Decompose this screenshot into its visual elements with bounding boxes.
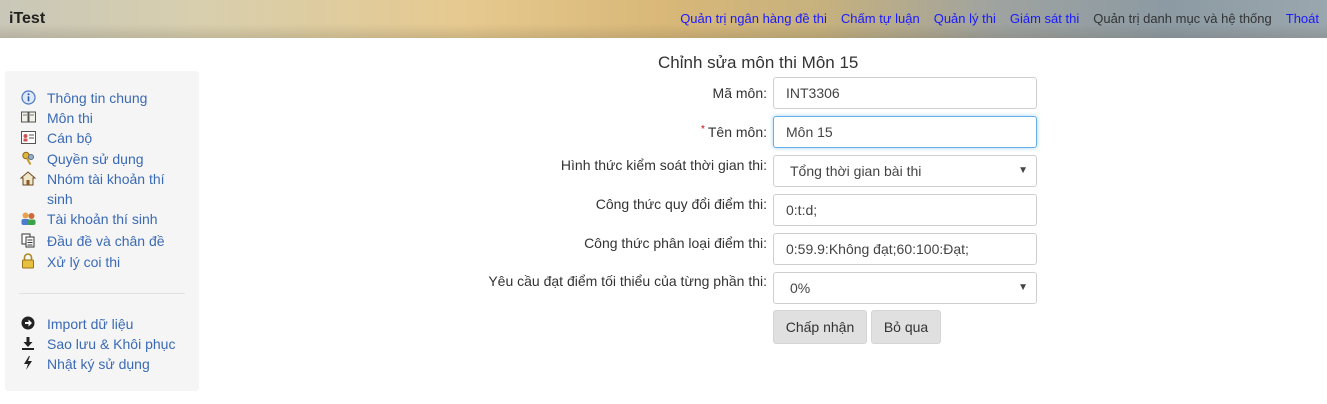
sidebar-item-label: Môn thi [47, 110, 93, 126]
book-icon [19, 109, 37, 125]
label-subject-name-text: Tên môn: [707, 124, 767, 140]
sidebar: Thông tin chung Môn thi Cán bộ Quyền sử … [5, 71, 199, 391]
users-icon [19, 210, 37, 226]
top-bar: iTest Quản trị ngân hàng đề thi Chấm tự … [0, 0, 1327, 38]
sidebar-item-label: Thông tin chung [47, 90, 148, 106]
nav-exam-monitoring[interactable]: Giám sát thi [1010, 11, 1079, 26]
brand-logo[interactable]: iTest [9, 10, 45, 28]
documents-icon [19, 232, 37, 248]
score-conversion-input[interactable]: 0:t:d; [773, 194, 1037, 226]
sidebar-item-import[interactable]: Import dữ liệu [19, 314, 187, 334]
sidebar-item-label: Nhóm tài khoản thí sinh [47, 171, 165, 207]
keys-icon [19, 150, 37, 166]
label-min-score: Yêu cầu đạt điểm tối thiểu của từng phần… [488, 273, 767, 289]
sidebar-item-label: Đầu đề và chân đề [47, 233, 165, 249]
caret-down-icon: ▼ [1018, 165, 1028, 176]
label-score-classification: Công thức phân loại điểm thi: [584, 235, 767, 251]
sidebar-item-usage-log[interactable]: Nhật ký sử dụng [19, 354, 187, 374]
sidebar-item-label: Cán bộ [47, 130, 93, 146]
accept-button[interactable]: Chấp nhận [773, 310, 867, 344]
sidebar-item-label: Tài khoản thí sinh [47, 211, 158, 227]
nav-exam-management[interactable]: Quản lý thi [934, 11, 996, 26]
label-subject-name: * Tên môn: [701, 124, 767, 140]
caret-down-icon: ▼ [1018, 282, 1028, 293]
bolt-icon [19, 355, 37, 371]
sidebar-item-label: Sao lưu & Khôi phục [47, 336, 176, 352]
sidebar-divider [19, 293, 185, 294]
sidebar-item-staff[interactable]: Cán bộ [19, 128, 187, 148]
page-title-text: Chỉnh sửa môn thi Môn 15 [658, 53, 859, 72]
nav-essay-grading[interactable]: Chấm tự luận [841, 11, 920, 26]
house-icon [19, 170, 37, 186]
sidebar-item-headers-footers[interactable]: Đầu đề và chân đề [19, 231, 187, 251]
time-control-value: Tổng thời gian bài thi [790, 163, 922, 179]
score-classification-input[interactable]: 0:59.9:Không đạt;60:100:Đạt; [773, 233, 1037, 265]
label-subject-code: Mã môn: [712, 85, 767, 101]
info-icon [19, 89, 37, 105]
sidebar-item-label: Nhật ký sử dụng [47, 356, 150, 372]
nav-system-admin[interactable]: Quản trị danh mục và hệ thống [1093, 11, 1272, 26]
sidebar-item-label: Quyền sử dụng [47, 151, 144, 167]
id-card-icon [19, 129, 37, 145]
sidebar-item-permissions[interactable]: Quyền sử dụng [19, 149, 187, 169]
sidebar-item-candidate-accounts[interactable]: Tài khoản thí sinh [19, 209, 187, 229]
min-score-value: 0% [790, 280, 811, 296]
label-score-conversion: Công thức quy đổi điểm thi: [595, 196, 767, 212]
top-nav: Quản trị ngân hàng đề thi Chấm tự luận Q… [666, 11, 1319, 26]
required-mark: * [700, 124, 705, 135]
arrow-circle-icon [19, 315, 37, 331]
nav-question-bank[interactable]: Quản trị ngân hàng đề thi [680, 11, 827, 26]
sidebar-item-label: Import dữ liệu [47, 316, 134, 332]
download-icon [19, 335, 37, 351]
sidebar-item-candidate-groups[interactable]: Nhóm tài khoản thí sinh [19, 169, 187, 209]
sidebar-item-general-info[interactable]: Thông tin chung [19, 88, 187, 108]
sidebar-item-label: Xử lý coi thi [47, 254, 121, 270]
nav-logout[interactable]: Thoát [1286, 11, 1319, 26]
subject-name-input[interactable]: Môn 15 [773, 116, 1037, 148]
cancel-button[interactable]: Bỏ qua [871, 310, 941, 344]
sidebar-item-proctoring[interactable]: Xử lý coi thi [19, 252, 187, 272]
min-score-select[interactable]: 0% ▼ [773, 272, 1037, 304]
sidebar-item-backup-restore[interactable]: Sao lưu & Khôi phục [19, 334, 187, 354]
sidebar-item-subjects[interactable]: Môn thi [19, 108, 187, 128]
time-control-select[interactable]: Tổng thời gian bài thi ▼ [773, 155, 1037, 187]
label-time-control: Hình thức kiểm soát thời gian thi: [560, 157, 767, 173]
lock-icon [19, 253, 37, 269]
subject-code-input[interactable]: INT3306 [773, 77, 1037, 109]
